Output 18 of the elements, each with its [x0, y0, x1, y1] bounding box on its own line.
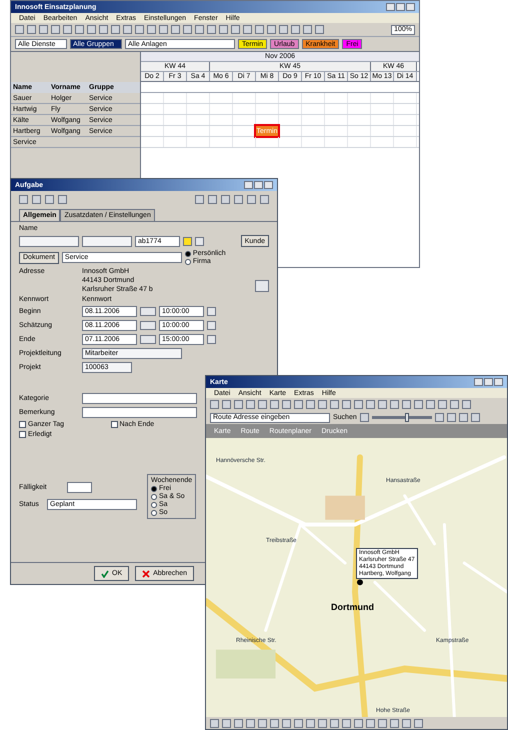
- input-field[interactable]: [67, 482, 92, 493]
- input-field[interactable]: [82, 393, 197, 404]
- checkbox[interactable]: [19, 421, 26, 428]
- input-field[interactable]: [82, 236, 132, 246]
- radio-button[interactable]: [151, 510, 157, 516]
- check-icon: [101, 570, 109, 578]
- radio-button[interactable]: [151, 494, 157, 500]
- checkbox[interactable]: [19, 431, 26, 438]
- radio-button[interactable]: [184, 250, 191, 256]
- slider-thumb[interactable]: [405, 413, 410, 422]
- checkbox[interactable]: [110, 421, 118, 428]
- city-label: Dortmund: [331, 603, 374, 612]
- radio-button[interactable]: [151, 486, 157, 492]
- input-field[interactable]: [19, 236, 79, 246]
- radio-button[interactable]: [151, 502, 157, 508]
- input-field[interactable]: [82, 407, 197, 418]
- radio-button[interactable]: [184, 258, 191, 264]
- close-icon: [142, 570, 150, 578]
